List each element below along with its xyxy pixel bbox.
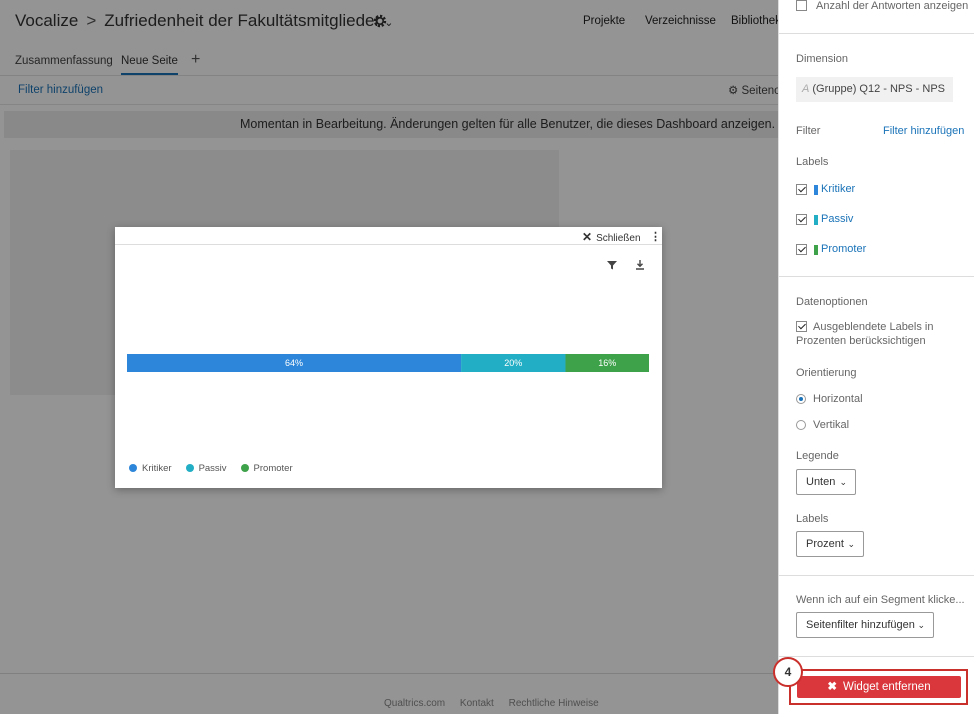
legend-dot-icon — [129, 464, 137, 472]
chart-legend: Kritiker Passiv Promoter — [129, 463, 307, 474]
label-color-swatch[interactable] — [814, 245, 818, 255]
widget-modal: ✕ Schließen ⋮ 64% 20% 16% Kritiker Passiv Pro… — [115, 227, 662, 488]
label-color-swatch[interactable] — [814, 185, 818, 195]
legend-dot-icon — [240, 464, 249, 472]
labels-format-dropdown[interactable]: Prozent ⌄ — [796, 531, 864, 557]
legend-label: Kritiker — [142, 463, 172, 474]
dimension-heading: Dimension — [796, 53, 848, 65]
chevron-down-icon: ⌄ — [839, 477, 847, 487]
remove-widget-label: Widget entfernen — [843, 681, 931, 693]
labels-format-heading: Labels — [796, 513, 829, 525]
labels-format-value: Prozent — [806, 538, 844, 550]
labels-heading: Labels — [796, 156, 829, 168]
remove-widget-button[interactable]: ✖ Widget entfernen — [797, 676, 961, 698]
data-label-kritiker: 64% — [285, 358, 303, 368]
legend-value: Unten — [806, 476, 836, 488]
show-count-label: Anzahl der Antworten anzeigen — [816, 0, 969, 12]
divider — [779, 656, 974, 657]
divider — [779, 575, 974, 576]
legend-heading: Legende — [796, 450, 839, 462]
segment-click-dropdown[interactable]: Seitenfilter hinzufügen ⌄ — [796, 612, 934, 638]
label-color-swatch[interactable] — [814, 215, 818, 225]
segment-click-value: Seitenfilter hinzufügen — [806, 619, 915, 631]
dimension-field[interactable]: A (Gruppe) Q12 - NPS - NPS — [796, 77, 953, 102]
label-name-kritiker[interactable]: Kritiker — [821, 183, 855, 195]
segment-click-heading: Wenn ich auf ein Segment klicke... — [796, 594, 965, 606]
label-checkbox-passiv[interactable] — [796, 214, 807, 225]
widget-settings-panel: Anzahl der Antworten anzeigen Dimension … — [773, 0, 974, 714]
panel-add-filter-link[interactable]: Filter hinzufügen — [883, 125, 964, 137]
vertical-label: Vertikal — [813, 419, 850, 431]
legend-item-promoter[interactable]: Promoter — [240, 463, 293, 474]
legend-item-kritiker[interactable]: Kritiker — [129, 463, 172, 474]
remove-widget-highlight: ✖ Widget entfernen — [789, 669, 968, 705]
include-hidden-labels-line2: Prozenten berücksichtigen — [796, 335, 926, 347]
step-marker: 4 — [773, 657, 803, 687]
legend-item-passiv[interactable]: Passiv — [185, 463, 227, 474]
legend-dropdown[interactable]: Unten ⌄ — [796, 469, 856, 495]
include-hidden-labels-line1: Ausgeblendete Labels in — [813, 321, 934, 333]
horizontal-label: Horizontal — [813, 393, 863, 405]
text-type-icon: A — [802, 83, 810, 95]
data-label-promoter: 16% — [598, 358, 616, 368]
legend-label: Passiv — [198, 463, 227, 474]
orientation-heading: Orientierung — [796, 367, 857, 379]
filter-heading: Filter — [796, 125, 821, 137]
data-options-heading: Datenoptionen — [796, 296, 868, 308]
include-hidden-labels-checkbox[interactable] — [796, 321, 807, 332]
horizontal-radio[interactable] — [796, 394, 806, 404]
chevron-down-icon: ⌄ — [917, 620, 925, 630]
divider — [779, 276, 974, 277]
close-icon: ✖ — [827, 681, 838, 693]
stacked-bar-chart: 64% 20% 16% — [127, 354, 649, 372]
label-name-promoter[interactable]: Promoter — [821, 243, 866, 255]
label-checkbox-kritiker[interactable] — [796, 184, 807, 195]
legend-dot-icon — [185, 464, 194, 472]
data-label-passiv: 20% — [504, 358, 522, 368]
legend-label: Promoter — [253, 463, 293, 474]
dimension-value: (Gruppe) Q12 - NPS - NPS — [812, 83, 945, 95]
label-checkbox-promoter[interactable] — [796, 244, 807, 255]
label-name-passiv[interactable]: Passiv — [821, 213, 853, 225]
vertical-radio[interactable] — [796, 420, 806, 430]
show-count-checkbox[interactable] — [796, 0, 807, 11]
divider — [779, 33, 974, 34]
chevron-down-icon: ⌄ — [847, 539, 855, 549]
